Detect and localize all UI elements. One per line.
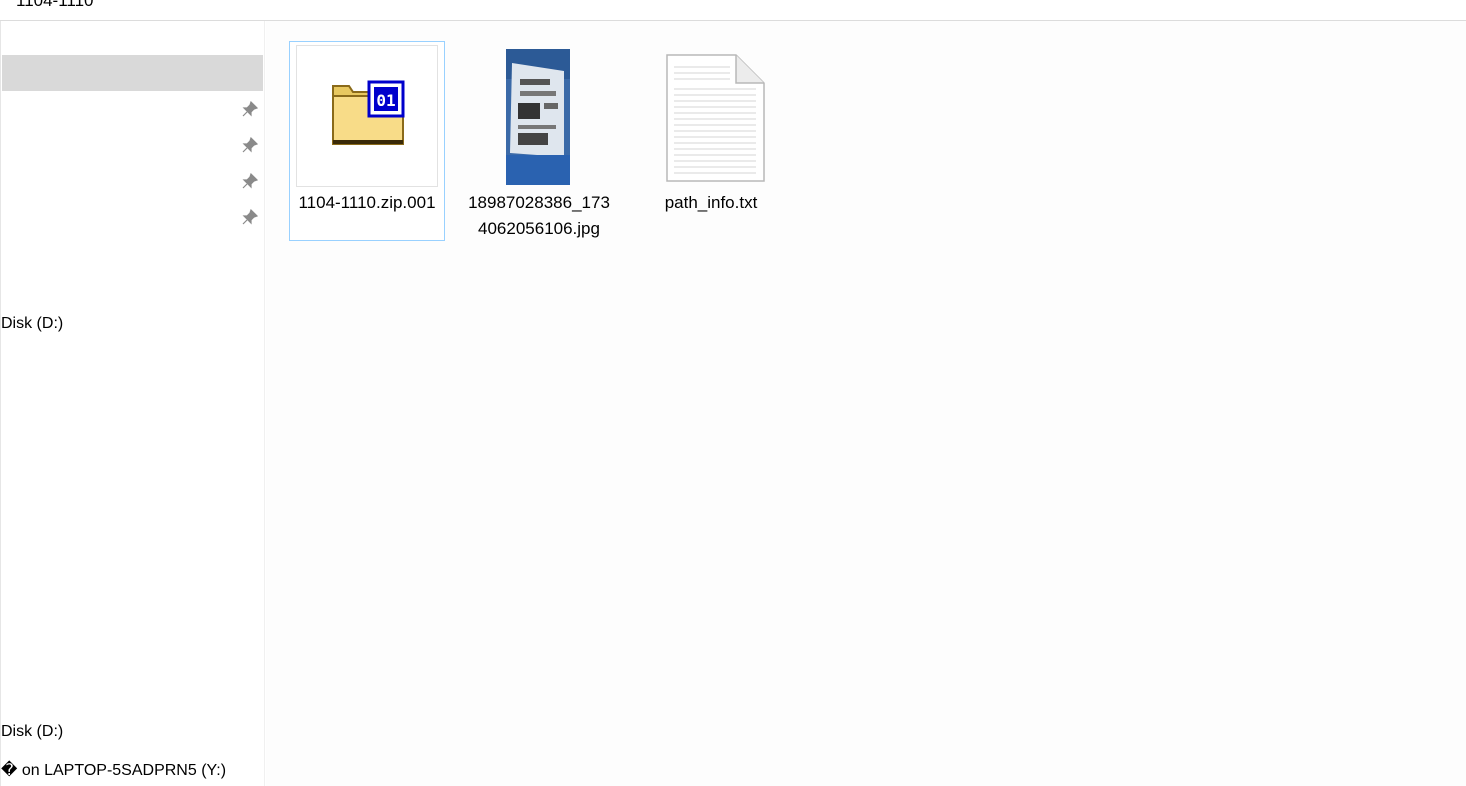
pin-icon <box>242 209 258 225</box>
file-item-jpg[interactable]: 18987028386_1734062056106.jpg <box>461 41 617 241</box>
file-thumbnail <box>640 45 782 187</box>
file-name: 18987028386_1734062056106.jpg <box>468 193 610 238</box>
nav-item-disk-d[interactable]: Disk (D:) <box>1 315 63 333</box>
file-thumbnail <box>468 45 610 187</box>
file-thumbnail: 01 <box>296 45 438 187</box>
file-name: path_info.txt <box>664 193 758 212</box>
nav-item-network-drive-y[interactable]: � on LAPTOP-5SADPRN5 (Y:) <box>1 760 226 780</box>
window-title: 1104-1110 <box>16 0 94 10</box>
nav-item-disk-d-2[interactable]: Disk (D:) <box>1 723 63 741</box>
file-list-pane[interactable]: 01 1104-1110.zip.001 18987028386_1734062… <box>266 21 1466 786</box>
file-item-txt[interactable]: path_info.txt <box>633 41 789 241</box>
nav-item-selected[interactable] <box>2 55 263 91</box>
file-item-zip[interactable]: 01 1104-1110.zip.001 <box>289 41 445 241</box>
archive-folder-icon: 01 <box>332 80 405 145</box>
image-thumbnail <box>506 49 570 185</box>
navigation-pane[interactable]: Disk (D:) Disk (D:) � on LAPTOP-5SADPRN5… <box>0 21 265 786</box>
pin-icon <box>242 173 258 189</box>
text-file-icon <box>666 54 765 182</box>
archive-badge: 01 <box>376 91 395 110</box>
pin-icon <box>242 137 258 153</box>
pin-icon <box>242 101 258 117</box>
window-titlebar: 1104-1110 <box>0 0 1466 21</box>
file-name: 1104-1110.zip.001 <box>298 193 436 212</box>
